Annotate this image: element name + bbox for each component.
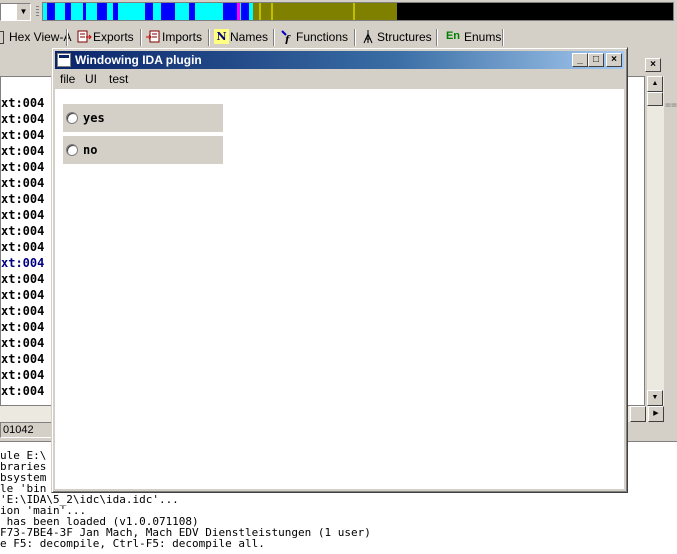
output-line: e F5: decompile, Ctrl-F5: decompile all. [0,537,265,550]
disassembly-line[interactable]: xt:004 [1,367,44,383]
disassembly-line[interactable]: xt:004 [1,351,44,367]
disassembly-line[interactable]: xt:004 [1,191,44,207]
tab-label: Functions [296,30,349,44]
hex-view-icon [0,31,4,44]
disassembly-line[interactable]: xt:004 [1,175,44,191]
structures-icon [361,29,376,44]
scroll-up-icon[interactable]: ▲ [647,76,663,92]
disassembly-line[interactable]: xt:004 [1,143,44,159]
side-pane-text: == [665,100,677,111]
disassembly-line[interactable]: xt:004 [1,159,44,175]
plugin-titlebar[interactable]: Windowing IDA plugin _ □ × [55,51,624,69]
disassembly-line[interactable]: xt:004 [1,383,44,399]
disassembly-line[interactable]: xt:004 [1,287,44,303]
exports-icon [77,29,92,44]
disassembly-line[interactable]: xt:004 [1,319,44,335]
close-icon[interactable]: × [606,53,622,67]
disassembly-line[interactable]: xt:004 [1,127,44,143]
tab-structures[interactable]: Structures [358,26,436,48]
disassembly-line[interactable]: xt:004 [1,95,44,111]
functions-icon: f [280,29,295,46]
tab-hex-view[interactable]: Hex View-A [0,26,71,48]
tab-toolbar: Hex View-A Exports Imports N Names f Fun… [0,26,677,48]
radio-label: yes [83,111,105,125]
scroll-right-icon[interactable]: ▶ [648,406,664,422]
close-icon[interactable]: × [645,58,661,72]
plugin-client-area: yes no [55,89,624,489]
navigation-toolbar: ▼ [0,0,677,24]
menu-test[interactable]: test [109,70,128,88]
disassembly-line[interactable]: xt:004 [1,223,44,239]
tab-label: Enums [464,30,502,44]
segment-combo[interactable]: ▼ [0,3,31,21]
navigation-band[interactable] [42,2,674,21]
disassembly-line[interactable]: xt:004 [1,303,44,319]
disassembly-line[interactable]: xt:004 [1,111,44,127]
disassembly-line[interactable]: xt:004 [1,239,44,255]
tab-label: Exports [93,30,134,44]
scroll-down-icon[interactable]: ▼ [647,390,663,406]
tab-label: Structures [377,30,432,44]
tab-names[interactable]: N Names [211,26,273,48]
radio-no[interactable]: no [63,136,223,164]
scroll-thumb[interactable] [647,92,663,106]
tab-label: Names [230,30,269,44]
names-icon: N [214,29,229,44]
tab-enums[interactable]: En Enums [440,26,502,48]
imports-icon [146,29,161,44]
plugin-menubar: file UI test [55,70,624,88]
scroll-thumb-horizontal[interactable] [630,406,646,422]
tab-functions[interactable]: f Functions [277,26,353,48]
vertical-scrollbar[interactable]: ▲ ▼ [647,76,664,406]
plugin-window: Windowing IDA plugin _ □ × file UI test … [51,47,628,493]
menu-file[interactable]: file [60,70,75,88]
disassembly-line[interactable]: xt:004 [1,335,44,351]
enums-icon: En [445,30,461,42]
radio-yes[interactable]: yes [63,104,223,132]
disassembly-line[interactable]: xt:004 [1,255,44,271]
navigation-band-graphic [43,3,673,20]
disassembly-line[interactable]: xt:004 [1,207,44,223]
tab-exports[interactable]: Exports [74,26,138,48]
tab-label: Hex View-A [9,30,72,44]
side-pane: == [665,76,677,422]
menu-ui[interactable]: UI [85,70,97,88]
radio-button[interactable] [66,144,78,156]
minimize-icon[interactable]: _ [572,53,588,67]
plugin-title: Windowing IDA plugin [75,53,202,67]
address-status: 01042 [0,422,52,438]
chevron-down-icon[interactable]: ▼ [16,4,30,20]
maximize-icon[interactable]: □ [588,53,604,67]
disassembly-line[interactable]: xt:004 [1,271,44,287]
svg-text:f: f [284,35,291,44]
tab-imports[interactable]: Imports [143,26,207,48]
toolbar-grip[interactable] [34,3,41,21]
tab-label: Imports [162,30,203,44]
window-icon[interactable] [57,53,71,67]
radio-label: no [83,143,98,157]
radio-button[interactable] [66,112,78,124]
